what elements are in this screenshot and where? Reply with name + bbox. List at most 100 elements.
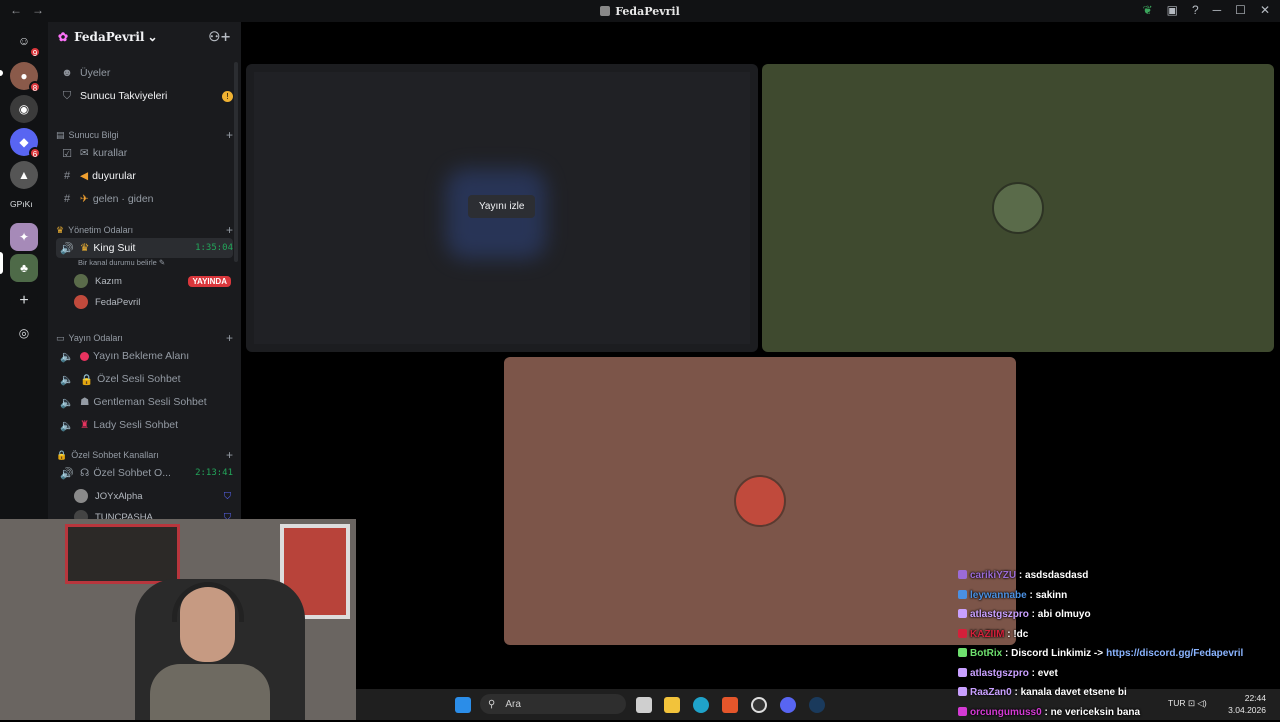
discord-taskbar-icon[interactable]	[780, 697, 796, 713]
server-header[interactable]: ✿ FedaPevril ⌄ ⚇+	[48, 22, 241, 52]
note-icon: ▤	[56, 130, 65, 141]
speaker-icon: 🔈	[60, 419, 74, 432]
speaker-icon: 🔈	[60, 350, 74, 363]
category-sunucu-bilgi[interactable]: ▤Sunucu Bilgi+	[56, 128, 233, 142]
voice-channel-gentleman[interactable]: 🔈☗Gentleman Sesli Sohbet	[56, 392, 233, 412]
search-icon: ⚲	[488, 699, 495, 710]
chat-badge-icon	[958, 707, 967, 716]
channel-status-hint[interactable]: Bir kanal durumu belirle ✎	[78, 258, 165, 267]
speaker-icon: 🔊	[60, 242, 74, 255]
channel-label: Yayın Bekleme Alanı	[93, 350, 189, 362]
file-explorer-icon[interactable]	[664, 697, 680, 713]
participant-tile-kazim[interactable]	[762, 64, 1274, 352]
title-actions: ❦ ▣ ? ─ ☐ ✕	[1143, 3, 1270, 17]
megaphone-icon: ◀	[80, 170, 88, 182]
category-yayin[interactable]: ▭Yayın Odaları+	[56, 331, 233, 345]
add-channel-icon[interactable]: +	[226, 223, 233, 237]
maximize-icon[interactable]: ☐	[1235, 3, 1246, 17]
voice-channel-king-suit[interactable]: 🔊♛King Suit1:35:04	[56, 238, 233, 258]
voice-channel-ozel-sesli[interactable]: 🔈🔒Özel Sesli Sohbet	[56, 369, 233, 389]
discord-home-button[interactable]: ☺9	[10, 27, 38, 55]
voice-user-feda[interactable]: FedaPevril	[74, 292, 231, 312]
chat-message: KAZIIM : !dc	[958, 625, 1280, 645]
chat-username: orcungumuss0	[970, 707, 1042, 718]
hash-icon: #	[60, 193, 74, 205]
members-item[interactable]: ☻Üyeler	[56, 63, 233, 83]
category-label: Yönetim Odaları	[68, 225, 133, 235]
status-hint-text: Bir kanal durumu belirle	[78, 258, 157, 267]
discover-icon[interactable]: ◎	[10, 319, 38, 347]
server-avatar-5[interactable]: ✦	[10, 223, 38, 251]
channel-gelen-giden[interactable]: #✈gelen · giden	[56, 189, 233, 209]
category-ozel-sohbet[interactable]: 🔒Özel Sohbet Kanalları+	[56, 448, 233, 462]
webcam-overlay	[0, 519, 356, 720]
scrollbar[interactable]	[234, 62, 238, 262]
pencil-icon: ✎	[159, 258, 165, 267]
chat-separator: :	[1002, 648, 1011, 659]
avatar	[734, 475, 786, 527]
title-bar: ← → FedaPevril ❦ ▣ ? ─ ☐ ✕	[0, 0, 1280, 22]
server-avatar-3[interactable]: ◆6	[10, 128, 38, 156]
server-icon	[600, 6, 610, 16]
voice-channel-ozel-sohbet[interactable]: 🔊☊Özel Sohbet O...2:13:41	[56, 463, 233, 483]
chat-username: atlastgszpro	[970, 668, 1029, 679]
server-avatar-1[interactable]: ●8	[10, 62, 38, 90]
server-rail: ☺9 ●8 ◉ ◆6 ▲ GPıKı ✦ ♣ + ◎	[0, 22, 48, 520]
rules-icon: ☑	[60, 147, 74, 160]
chat-link[interactable]: https://discord.gg/Fedapevril	[1106, 648, 1243, 659]
chat-username: carikiYZU	[970, 570, 1016, 581]
windows-start-icon[interactable]	[455, 697, 471, 713]
voice-channel-bekleme[interactable]: 🔈 Yayın Bekleme Alanı	[56, 346, 233, 366]
avatar	[74, 274, 88, 288]
leaf-icon[interactable]: ❦	[1143, 3, 1153, 17]
shield-badge-icon: ⛉	[224, 491, 231, 502]
voice-timer: 2:13:41	[195, 468, 233, 478]
username: Kazım	[95, 276, 122, 287]
obs-icon[interactable]	[751, 697, 767, 713]
chat-text: evet	[1038, 668, 1058, 679]
task-view-icon[interactable]	[636, 697, 652, 713]
stream-tile[interactable]: Yayını izle	[246, 64, 758, 352]
red-dot-icon	[80, 352, 89, 361]
window-title-text: FedaPevril	[615, 5, 680, 18]
chat-separator: :	[1042, 707, 1051, 718]
add-channel-icon[interactable]: +	[226, 128, 233, 142]
server-gpik[interactable]: GPıKı	[10, 199, 33, 209]
watch-stream-button[interactable]: Yayını izle	[468, 195, 535, 218]
home-badge: 9	[29, 46, 41, 58]
invite-people-icon[interactable]: ⚇+	[208, 30, 231, 45]
participant-tile-feda[interactable]	[504, 357, 1016, 645]
inbox-icon[interactable]: ▣	[1167, 3, 1178, 17]
unread-pill	[0, 70, 3, 76]
add-server-icon[interactable]: +	[10, 287, 38, 315]
help-icon[interactable]: ?	[1192, 3, 1199, 17]
close-icon[interactable]: ✕	[1260, 3, 1270, 17]
add-channel-icon[interactable]: +	[226, 331, 233, 345]
steam-icon[interactable]	[809, 697, 825, 713]
server-avatar-2[interactable]: ◉	[10, 95, 38, 123]
username: JOYxAlpha	[95, 491, 143, 502]
channel-kurallar[interactable]: ☑✉kurallar	[56, 143, 233, 163]
channel-label: Özel Sesli Sohbet	[97, 373, 180, 385]
chat-text: Discord Linkimiz ->	[1011, 648, 1103, 659]
brave-icon[interactable]	[722, 697, 738, 713]
edge-icon[interactable]	[693, 697, 709, 713]
server-boosts-item[interactable]: ⛉Sunucu Takviyeleri!	[56, 86, 233, 106]
server-avatar-selected[interactable]: ♣	[10, 254, 38, 282]
category-yonetim[interactable]: ♛Yönetim Odaları+	[56, 223, 233, 237]
chevron-down-icon: ⌄	[147, 30, 157, 44]
voice-channel-lady[interactable]: 🔈♜Lady Sesli Sohbet	[56, 415, 233, 435]
avatar	[74, 489, 88, 503]
chat-separator: :	[1029, 609, 1038, 620]
chat-message: atlastgszpro : evet	[958, 664, 1280, 684]
voice-user-kazim[interactable]: KazımYAYINDA	[74, 271, 231, 291]
add-channel-icon[interactable]: +	[226, 448, 233, 462]
server-avatar-4[interactable]: ▲	[10, 161, 38, 189]
chat-username: leywannabe	[970, 590, 1027, 601]
category-label: Yayın Odaları	[69, 333, 123, 343]
mail-icon: ✉	[80, 147, 89, 159]
channel-duyurular[interactable]: #◀duyurular	[56, 166, 233, 186]
taskbar-search[interactable]: ⚲Ara	[480, 694, 626, 714]
minimize-icon[interactable]: ─	[1213, 3, 1222, 17]
voice-user-joy[interactable]: JOYxAlpha ⛉	[74, 486, 231, 506]
